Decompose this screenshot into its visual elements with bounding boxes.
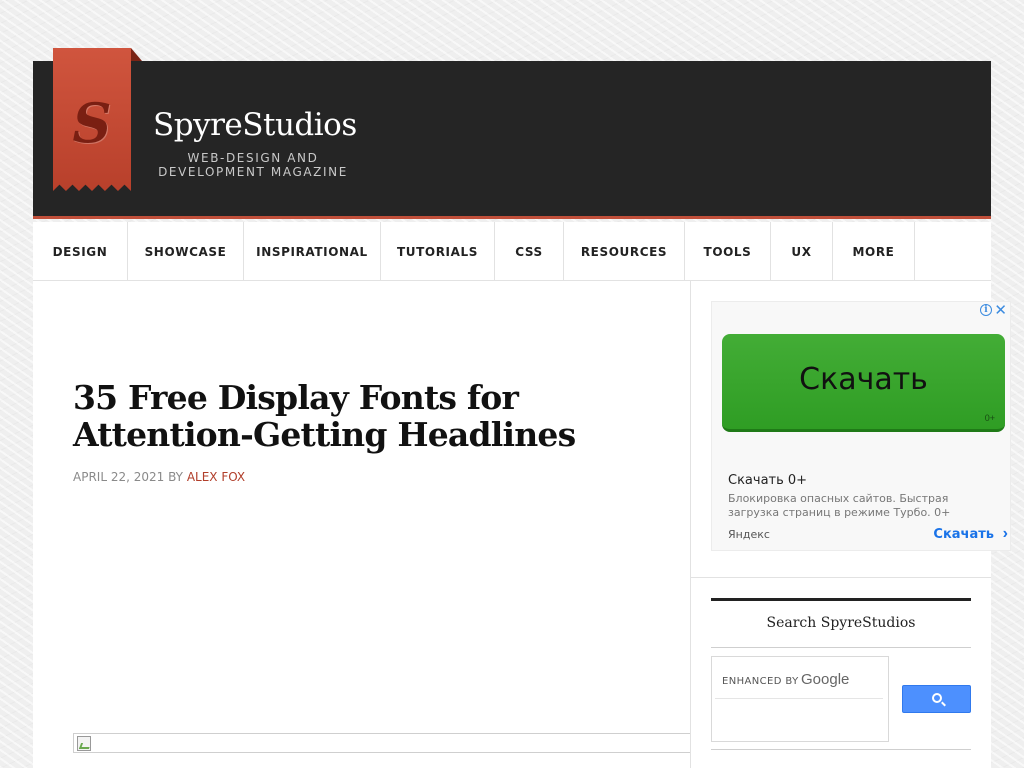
enhanced-by-label: ENHANCED BY [722, 676, 799, 687]
nav-item-tools[interactable]: TOOLS [685, 222, 771, 281]
search-input[interactable]: ENHANCED BY Google [715, 665, 883, 699]
nav-item-resources[interactable]: RESOURCES [564, 222, 685, 281]
nav-item-tutorials[interactable]: TUTORIALS [381, 222, 495, 281]
nav-item-ux[interactable]: UX [771, 222, 833, 281]
nav-item-more[interactable]: MORE [833, 222, 915, 281]
search-widget-rule [711, 647, 971, 648]
nav-item-css[interactable]: CSS [495, 222, 564, 281]
broken-image-icon [77, 736, 91, 751]
search-icon [932, 693, 942, 703]
post-by: BY [168, 470, 183, 484]
post-title[interactable]: 35 Free Display Fonts for Attention-Gett… [73, 379, 673, 453]
site-tagline: WEB-DESIGN AND DEVELOPMENT MAGAZINE [153, 151, 353, 179]
post-meta: APRIL 22, 2021 BY ALEX FOX [73, 470, 245, 484]
sidebar: i ✕ Скачать 0+ Скачать 0+ Блокировка опа… [690, 281, 1011, 768]
main-content [33, 281, 690, 768]
ad-download-button-label: Скачать [799, 362, 928, 397]
main-nav: DESIGN SHOWCASE INSPIRATIONAL TUTORIALS … [33, 222, 991, 281]
post-author-link[interactable]: ALEX FOX [187, 470, 245, 484]
ad-source: Яндекс [728, 528, 770, 541]
ribbon-fold [131, 48, 142, 61]
site-wrapper: S SpyreStudios WEB-DESIGN AND DEVELOPMEN… [33, 48, 1011, 768]
ad-age-rating: 0+ [984, 413, 995, 423]
nav-item-showcase[interactable]: SHOWCASE [128, 222, 244, 281]
logo-ribbon[interactable]: S [53, 48, 131, 191]
post-title-line-2: Attention-Getting Headlines [73, 415, 576, 454]
sidebar-ad[interactable]: i ✕ Скачать 0+ Скачать 0+ Блокировка опа… [711, 301, 1011, 551]
search-widget-bottom-rule [711, 749, 971, 750]
nav-item-inspirational[interactable]: INSPIRATIONAL [244, 222, 381, 281]
post-date: APRIL 22, 2021 [73, 470, 165, 484]
ad-headline[interactable]: Скачать 0+ [728, 473, 807, 488]
nav-item-design[interactable]: DESIGN [33, 222, 128, 281]
site-header: S SpyreStudios WEB-DESIGN AND DEVELOPMEN… [33, 48, 991, 219]
sidebar-divider [691, 577, 991, 578]
tagline-line-2: DEVELOPMENT MAGAZINE [158, 165, 348, 179]
search-button[interactable] [902, 685, 971, 713]
search-box: ENHANCED BY Google [711, 656, 889, 742]
site-title[interactable]: SpyreStudios [153, 107, 357, 143]
post-title-line-1: 35 Free Display Fonts for [73, 378, 519, 417]
search-widget: Search SpyreStudios ENHANCED BY Google [711, 598, 971, 750]
logo-letter: S [72, 91, 112, 155]
search-widget-title: Search SpyreStudios [766, 615, 916, 631]
post-featured-image [73, 733, 691, 753]
chevron-right-icon[interactable]: › [1003, 525, 1008, 543]
ad-info-icon[interactable]: i [980, 304, 992, 316]
ad-description: Блокировка опасных сайтов. Быстрая загру… [728, 492, 951, 519]
tagline-line-1: WEB-DESIGN AND [187, 151, 319, 165]
ad-close-icon[interactable]: ✕ [994, 301, 1007, 319]
ad-cta-link[interactable]: Скачать [933, 527, 994, 542]
ad-download-button[interactable]: Скачать 0+ [722, 334, 1005, 432]
google-logo: Google [801, 671, 850, 688]
